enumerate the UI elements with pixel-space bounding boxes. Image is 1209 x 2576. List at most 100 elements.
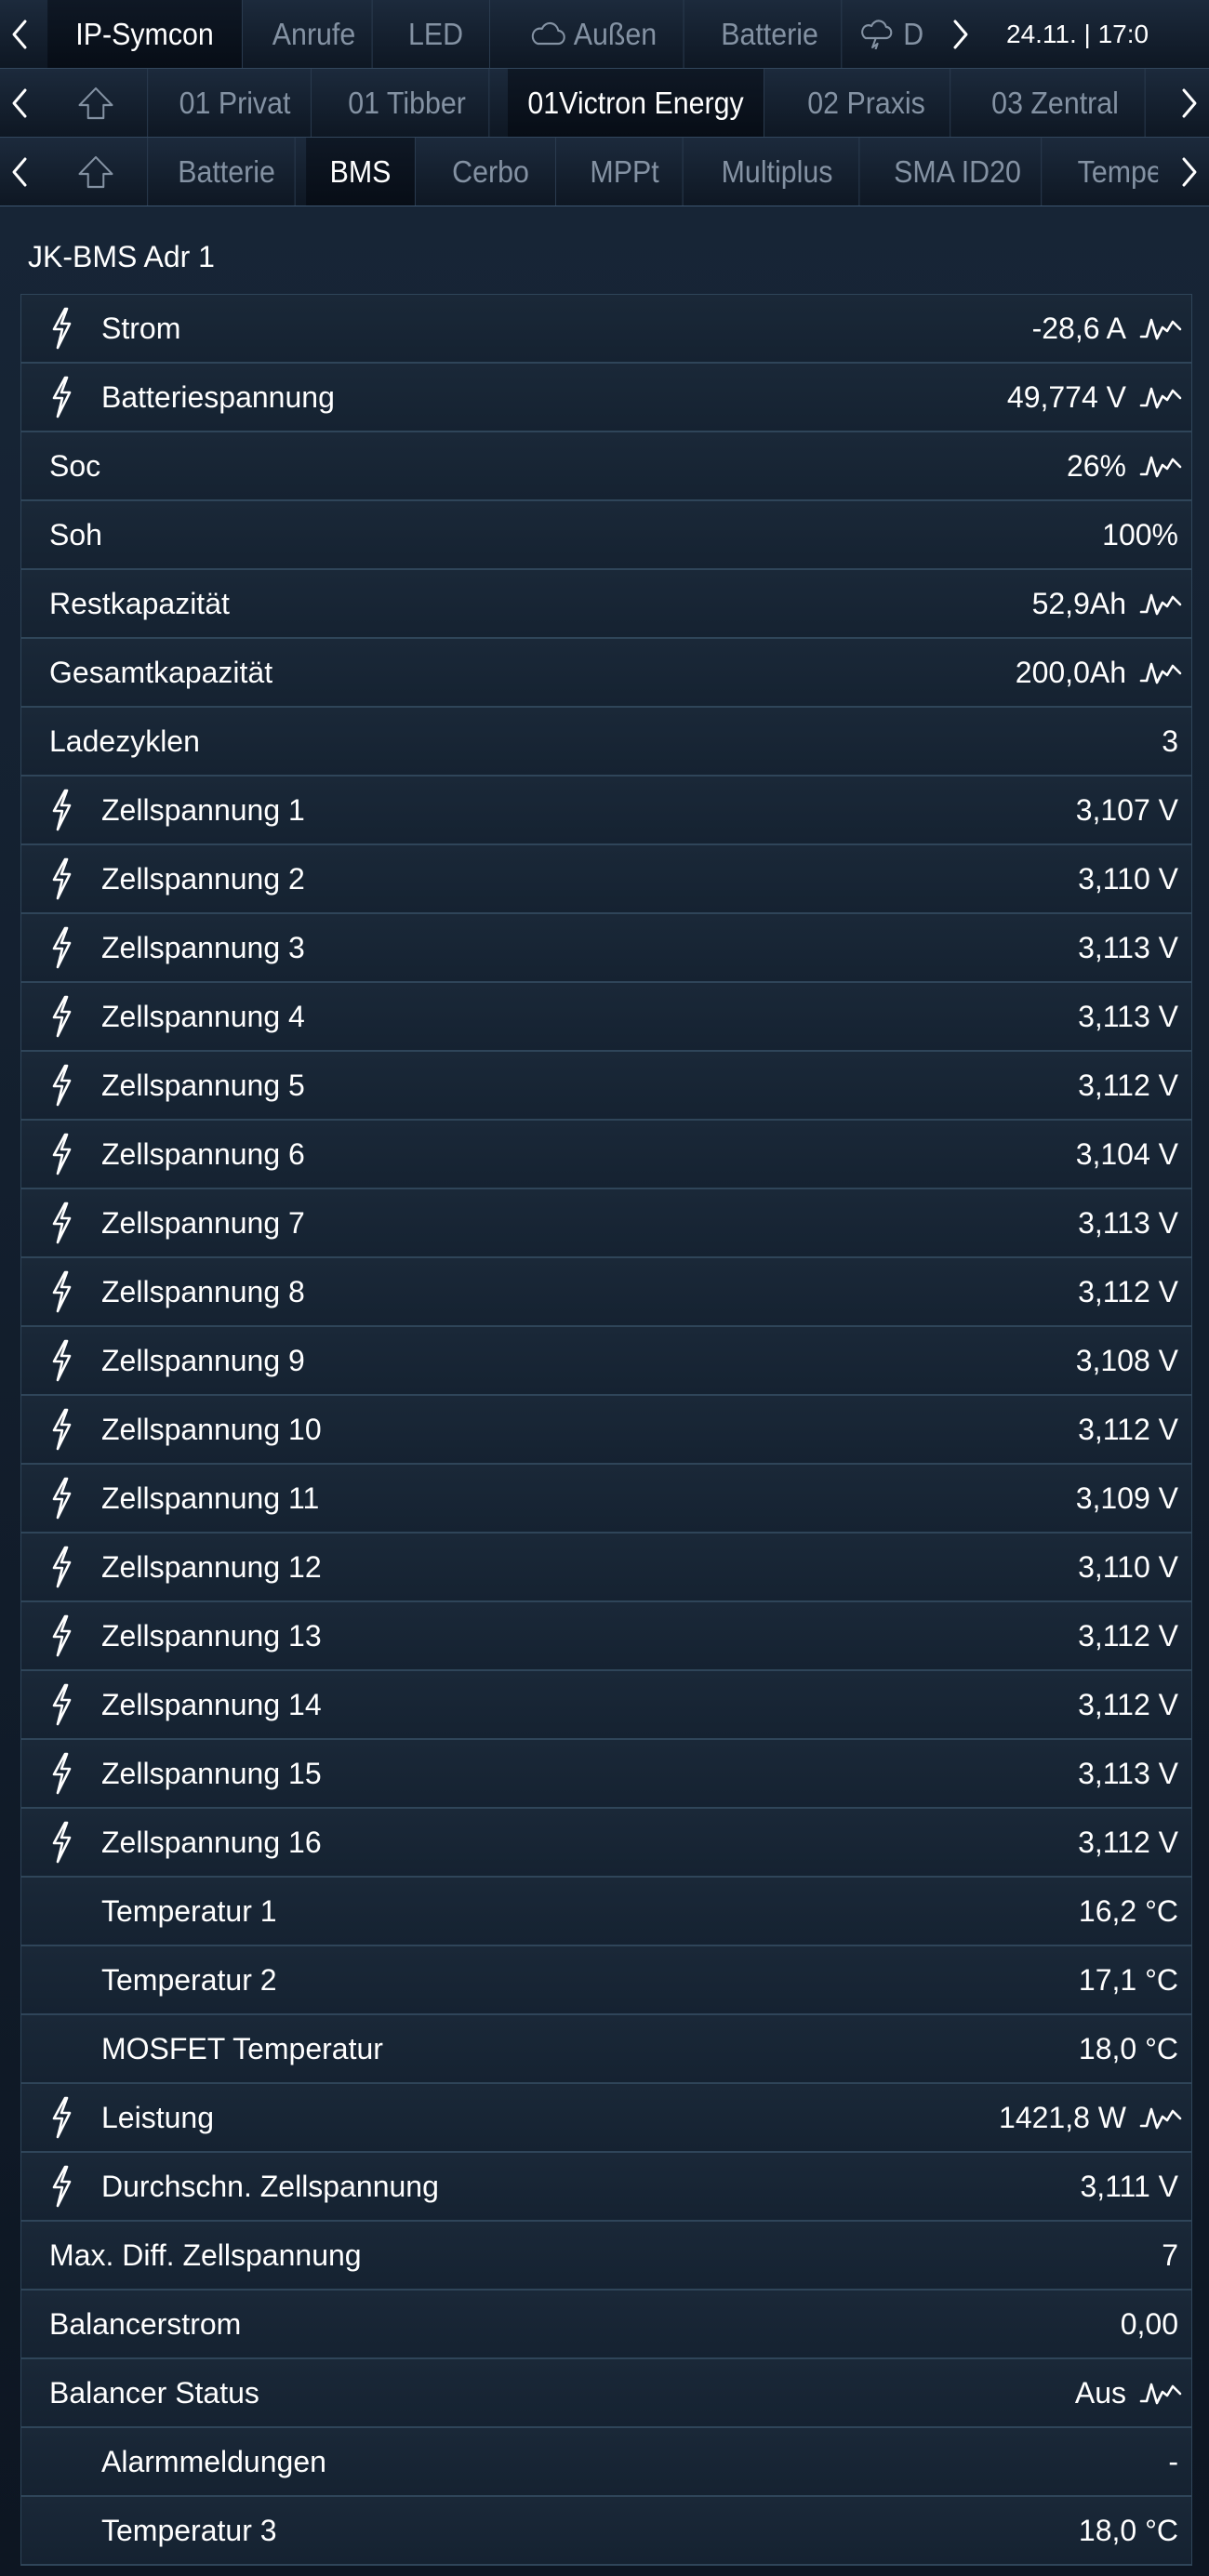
chevron-left-icon — [12, 157, 27, 186]
tab-multiplus[interactable]: Multiplus — [696, 138, 860, 206]
variable-row[interactable]: Zellspannung 1 3,107 V — [21, 777, 1191, 845]
tab-bms[interactable]: BMS — [306, 138, 416, 206]
variable-label: Alarmmeldungen — [101, 2444, 326, 2478]
section-title: JK-BMS Adr 1 — [28, 240, 215, 273]
nav-forward-arrow[interactable] — [1170, 69, 1209, 137]
nav-forward-arrow[interactable] — [941, 0, 980, 68]
bolt-icon — [21, 1064, 101, 1107]
variable-value: 3,109 V — [1075, 1481, 1178, 1515]
variable-row[interactable]: Restkapazität 52,9Ah — [21, 570, 1191, 639]
variable-label: Gesamtkapazität — [49, 655, 273, 689]
variable-row[interactable]: Zellspannung 12 3,110 V — [21, 1534, 1191, 1602]
variable-row[interactable]: Zellspannung 2 3,110 V — [21, 845, 1191, 914]
variable-row[interactable]: Ladezyklen 3 — [21, 708, 1191, 777]
variable-row[interactable]: Zellspannung 7 3,113 V — [21, 1189, 1191, 1258]
variable-row[interactable]: Zellspannung 5 3,112 V — [21, 1052, 1191, 1121]
variable-row[interactable]: Temperatur 2 17,1 °C — [21, 1946, 1191, 2015]
bolt-icon — [21, 926, 101, 969]
variable-label: Zellspannung 16 — [101, 1825, 322, 1859]
variable-row[interactable]: Soh 100% — [21, 501, 1191, 570]
bolt-icon — [21, 1270, 101, 1313]
tab-ip-symcon[interactable]: IP-Symcon — [47, 0, 243, 68]
variable-label: Zellspannung 4 — [101, 999, 305, 1033]
variable-row[interactable]: MOSFET Temperatur 18,0 °C — [21, 2015, 1191, 2084]
variable-row[interactable]: Alarmmeldungen - — [21, 2428, 1191, 2497]
variable-label: Zellspannung 3 — [101, 930, 305, 964]
tab-up[interactable] — [44, 69, 149, 137]
tab-mppt[interactable]: MPPt — [566, 138, 684, 206]
tab-02-praxis[interactable]: 02 Praxis — [783, 69, 951, 137]
variable-value: 18,0 °C — [1078, 2513, 1178, 2547]
variable-row[interactable]: Gesamtkapazität 200,0Ah — [21, 639, 1191, 708]
variable-row[interactable]: Balancerstrom 0,00 — [21, 2291, 1191, 2359]
bolt-icon — [21, 1339, 101, 1382]
tab-batterie[interactable]: Batterie — [698, 0, 843, 68]
variable-row[interactable]: Soc 26% — [21, 432, 1191, 501]
tab-01-tibber[interactable]: 01 Tibber — [326, 69, 490, 137]
cloud-icon — [529, 20, 566, 49]
variable-value: 200,0Ah — [1015, 655, 1126, 689]
tab-sma-id20[interactable]: SMA ID20 — [874, 138, 1043, 206]
tab-batterie-sub[interactable]: Batterie — [158, 138, 296, 206]
variable-label: Zellspannung 11 — [101, 1481, 320, 1515]
chart-icon[interactable] — [1139, 658, 1191, 686]
tab-led[interactable]: LED — [382, 0, 490, 68]
top-navigation-bar: IP-Symcon Anrufe LED Außen Batterie D 24… — [0, 0, 1209, 69]
nav-back-arrow[interactable] — [0, 138, 39, 206]
chart-icon[interactable] — [1139, 383, 1191, 411]
tab-aussen[interactable]: Außen — [502, 0, 684, 68]
storm-cloud-icon — [858, 19, 896, 49]
variable-value: Aus — [1074, 2375, 1126, 2410]
variable-value: 3,112 V — [1078, 1618, 1178, 1653]
variable-label: Balancerstrom — [49, 2306, 242, 2341]
variable-row[interactable]: Zellspannung 10 3,112 V — [21, 1396, 1191, 1465]
variable-label: Zellspannung 12 — [101, 1549, 322, 1584]
variable-row[interactable]: Zellspannung 6 3,104 V — [21, 1121, 1191, 1189]
variable-label: Zellspannung 8 — [101, 1274, 305, 1308]
variable-row[interactable]: Zellspannung 15 3,113 V — [21, 1740, 1191, 1809]
tab-03-zentral[interactable]: 03 Zentral — [965, 69, 1146, 137]
variable-row[interactable]: Leistung 1421,8 W — [21, 2084, 1191, 2153]
tab-anrufe[interactable]: Anrufe — [256, 0, 373, 68]
chevron-right-icon — [1182, 157, 1197, 186]
tab-storm[interactable]: D — [852, 0, 937, 68]
chevron-right-icon — [1182, 88, 1197, 117]
tab-01-victron-energy[interactable]: 01Victron Energy — [508, 69, 764, 137]
variable-row[interactable]: Zellspannung 3 3,113 V — [21, 914, 1191, 983]
variable-row[interactable]: Durchschn. Zellspannung 3,111 V — [21, 2153, 1191, 2222]
nav-back-arrow[interactable] — [0, 69, 39, 137]
variable-row[interactable]: Batteriespannung 49,774 V — [21, 364, 1191, 432]
variable-row[interactable]: Zellspannung 14 3,112 V — [21, 1671, 1191, 1740]
variable-row[interactable]: Zellspannung 8 3,112 V — [21, 1258, 1191, 1327]
variable-row[interactable]: Zellspannung 9 3,108 V — [21, 1327, 1191, 1396]
variable-row[interactable]: Strom -28,6 A — [21, 295, 1191, 364]
bolt-icon — [21, 1752, 101, 1795]
chart-icon[interactable] — [1139, 590, 1191, 617]
bolt-icon — [21, 1408, 101, 1451]
variable-label: Leistung — [101, 2100, 214, 2134]
chart-icon[interactable] — [1139, 2104, 1191, 2131]
main-content: JK-BMS Adr 1 Strom -28,6 A Batteriespannun… — [0, 206, 1209, 2576]
chart-icon[interactable] — [1139, 452, 1191, 480]
variable-row[interactable]: Max. Diff. Zellspannung 7 — [21, 2222, 1191, 2291]
tab-01-privat[interactable]: 01 Privat — [159, 69, 312, 137]
tab-cerbo[interactable]: Cerbo — [426, 138, 556, 206]
variable-row[interactable]: Zellspannung 13 3,112 V — [21, 1602, 1191, 1671]
bolt-icon — [21, 2096, 101, 2139]
variable-row[interactable]: Zellspannung 16 3,112 V — [21, 1809, 1191, 1878]
nav-forward-arrow[interactable] — [1170, 138, 1209, 206]
tab-up[interactable] — [44, 138, 149, 206]
variable-row[interactable]: Temperatur 1 16,2 °C — [21, 1878, 1191, 1946]
variable-value: 49,774 V — [1006, 379, 1126, 414]
chart-icon[interactable] — [1139, 314, 1191, 342]
variable-row[interactable]: Balancer Status Aus — [21, 2359, 1191, 2428]
variable-value: 3,113 V — [1078, 930, 1178, 964]
variable-row[interactable]: Temperatur 3 18,0 °C — [21, 2497, 1191, 2566]
variable-label: Zellspannung 2 — [101, 861, 305, 896]
variable-row[interactable]: Zellspannung 11 3,109 V — [21, 1465, 1191, 1534]
nav-back-arrow[interactable] — [0, 0, 39, 68]
chart-icon[interactable] — [1139, 2379, 1191, 2407]
variable-row[interactable]: Zellspannung 4 3,113 V — [21, 983, 1191, 1052]
variable-label: Balancer Status — [49, 2375, 259, 2410]
tab-temperatur[interactable]: Tempe — [1054, 138, 1158, 206]
